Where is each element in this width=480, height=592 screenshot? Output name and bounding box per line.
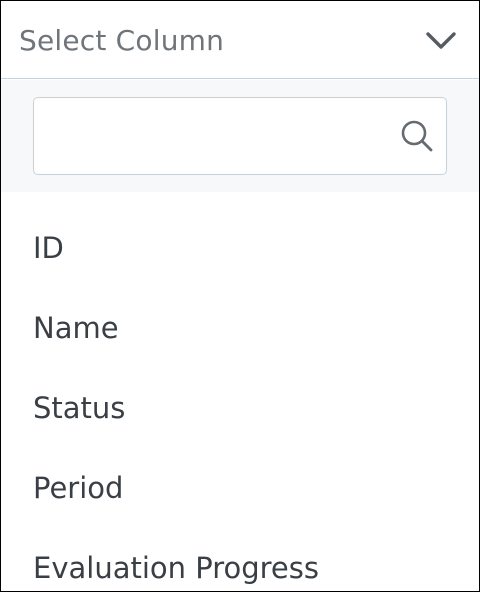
search-area <box>1 80 479 192</box>
search-input[interactable] <box>48 114 382 160</box>
chevron-down-icon[interactable] <box>421 27 461 55</box>
column-option-evaluation-progress[interactable]: Evaluation Progress <box>33 542 319 591</box>
select-placeholder: Select Column <box>19 24 225 57</box>
column-option-period[interactable]: Period <box>33 462 123 514</box>
column-option-id[interactable]: ID <box>33 222 64 274</box>
search-icon <box>401 120 433 152</box>
column-option-status[interactable]: Status <box>33 382 125 434</box>
search-field-container[interactable] <box>33 97 447 175</box>
column-options-list: ID Name Status Period Evaluation Progres… <box>1 192 479 591</box>
column-option-name[interactable]: Name <box>33 302 119 354</box>
column-select-toggle[interactable]: Select Column <box>1 1 479 79</box>
column-select-dropdown: Select Column ID Name Status Period Eval… <box>0 0 480 592</box>
